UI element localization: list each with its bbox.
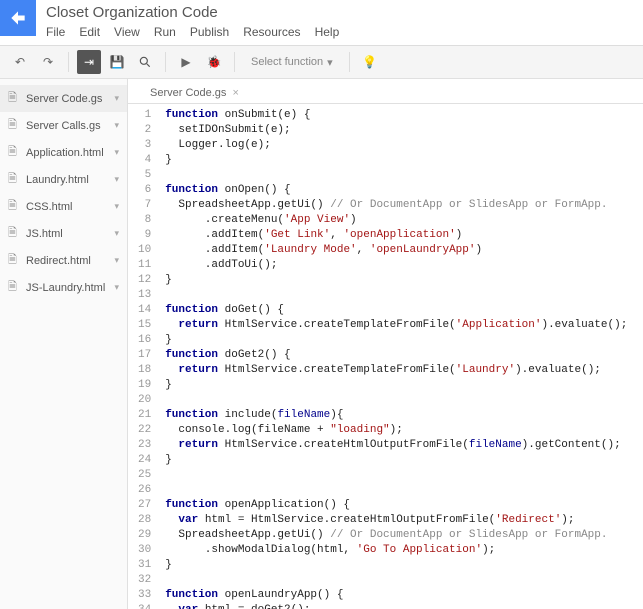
file-name: CSS.html (26, 201, 114, 213)
menu-view[interactable]: View (114, 25, 140, 39)
redo-button[interactable]: ↷ (36, 50, 60, 74)
hint-button[interactable]: 💡 (358, 50, 382, 74)
menu-resources[interactable]: Resources (243, 25, 300, 39)
file-sidebar: 🗎Server Code.gs▾🗎Server Calls.gs▾🗎Applic… (0, 79, 128, 609)
file-name: Application.html (26, 147, 114, 159)
file-icon: 🗎 (8, 116, 20, 135)
file-icon: 🗎 (8, 197, 20, 216)
debug-button[interactable]: 🐞 (202, 50, 226, 74)
file-name: Server Calls.gs (26, 120, 114, 132)
file-item[interactable]: 🗎 JS-Laundry.html▾ (0, 274, 127, 301)
file-item[interactable]: 🗎 Server Code.gs▾ (0, 85, 127, 112)
menu-edit[interactable]: Edit (79, 25, 100, 39)
menu-run[interactable]: Run (154, 25, 176, 39)
file-icon: 🗎 (8, 224, 20, 243)
file-icon: 🗎 (8, 251, 20, 270)
file-icon: 🗎 (8, 143, 20, 162)
chevron-down-icon: ▾ (327, 56, 333, 69)
tab-label: Server Code.gs (150, 87, 226, 99)
chevron-down-icon[interactable]: ▾ (114, 255, 119, 266)
code-content[interactable]: function onSubmit(e) { setIDOnSubmit(e);… (157, 104, 643, 609)
search-button[interactable] (133, 50, 157, 74)
chevron-down-icon[interactable]: ▾ (114, 120, 119, 131)
function-select[interactable]: Select function ▾ (243, 56, 341, 69)
file-icon: 🗎 (8, 89, 20, 108)
header: Closet Organization Code File Edit View Run… (0, 0, 643, 46)
file-name: JS-Laundry.html (26, 282, 114, 294)
toolbar: ↶ ↷ ⇥ 💾 ▶ 🐞 Select function ▾ 💡 (0, 46, 643, 79)
file-item[interactable]: 🗎 Server Calls.gs▾ (0, 112, 127, 139)
chevron-down-icon[interactable]: ▾ (114, 93, 119, 104)
menu-file[interactable]: File (46, 25, 65, 39)
run-button[interactable]: ▶ (174, 50, 198, 74)
chevron-down-icon[interactable]: ▾ (114, 228, 119, 239)
file-item[interactable]: 🗎 CSS.html▾ (0, 193, 127, 220)
editor-tab[interactable]: Server Code.gs × (140, 83, 249, 103)
file-icon: 🗎 (8, 170, 20, 189)
indent-button[interactable]: ⇥ (77, 50, 101, 74)
menu-publish[interactable]: Publish (190, 25, 229, 39)
line-gutter: 1234567891011121314151617181920212223242… (128, 104, 157, 609)
menubar: File Edit View Run Publish Resources Help (46, 25, 643, 45)
chevron-down-icon[interactable]: ▾ (114, 147, 119, 158)
undo-button[interactable]: ↶ (8, 50, 32, 74)
file-name: Laundry.html (26, 174, 114, 186)
chevron-down-icon[interactable]: ▾ (114, 174, 119, 185)
file-icon: 🗎 (8, 278, 20, 297)
chevron-down-icon[interactable]: ▾ (114, 282, 119, 293)
function-select-label: Select function (251, 56, 323, 68)
project-title[interactable]: Closet Organization Code (46, 4, 643, 21)
menu-help[interactable]: Help (315, 25, 340, 39)
file-item[interactable]: 🗎 JS.html▾ (0, 220, 127, 247)
close-icon[interactable]: × (232, 87, 238, 99)
file-item[interactable]: 🗎 Application.html▾ (0, 139, 127, 166)
file-name: Redirect.html (26, 255, 114, 267)
code-editor[interactable]: 1234567891011121314151617181920212223242… (128, 104, 643, 609)
file-item[interactable]: 🗎 Laundry.html▾ (0, 166, 127, 193)
chevron-down-icon[interactable]: ▾ (114, 201, 119, 212)
file-name: Server Code.gs (26, 93, 114, 105)
app-logo[interactable] (0, 0, 36, 36)
file-name: JS.html (26, 228, 114, 240)
save-button[interactable]: 💾 (105, 50, 129, 74)
editor-tabs: Server Code.gs × (128, 79, 643, 104)
file-item[interactable]: 🗎 Redirect.html▾ (0, 247, 127, 274)
